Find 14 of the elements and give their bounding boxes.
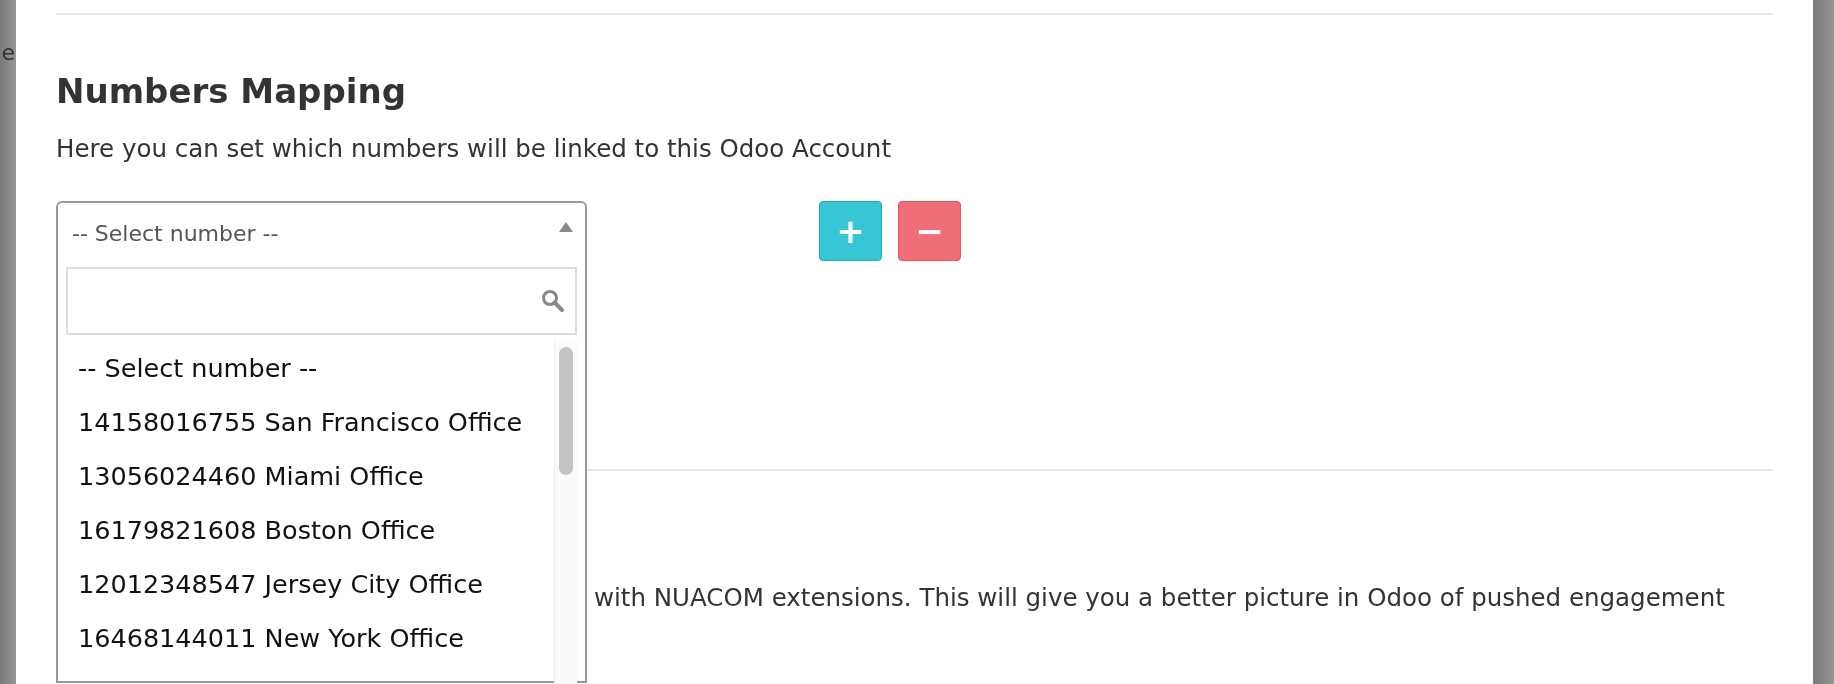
scrollbar-thumb[interactable] xyxy=(559,347,573,475)
caret-icon xyxy=(559,222,573,232)
dropdown-option[interactable]: 12012348547 Jersey City Office xyxy=(78,557,554,611)
search-icon xyxy=(541,289,565,313)
section-description: with NUACOM extensions. This will give you a better picture in Odoo of pushed engagement xyxy=(594,583,1726,613)
dropdown-option[interactable]: -- Select number -- xyxy=(78,341,554,395)
section-title: Numbers Mapping xyxy=(56,71,407,111)
section-description: Here you can set which numbers will be linked to this Odoo Account xyxy=(56,133,892,165)
background-text: e xyxy=(1,40,15,65)
dropdown-option[interactable]: 14158016755 San Francisco Office xyxy=(78,395,554,449)
dropdown-option[interactable]: 13056024460 Miami Office xyxy=(78,449,554,503)
dropdown-option[interactable]: 16468144011 New York Office xyxy=(78,611,554,665)
search-field[interactable] xyxy=(66,267,577,335)
dropdown-option[interactable]: 16179821608 Boston Office xyxy=(78,503,554,557)
